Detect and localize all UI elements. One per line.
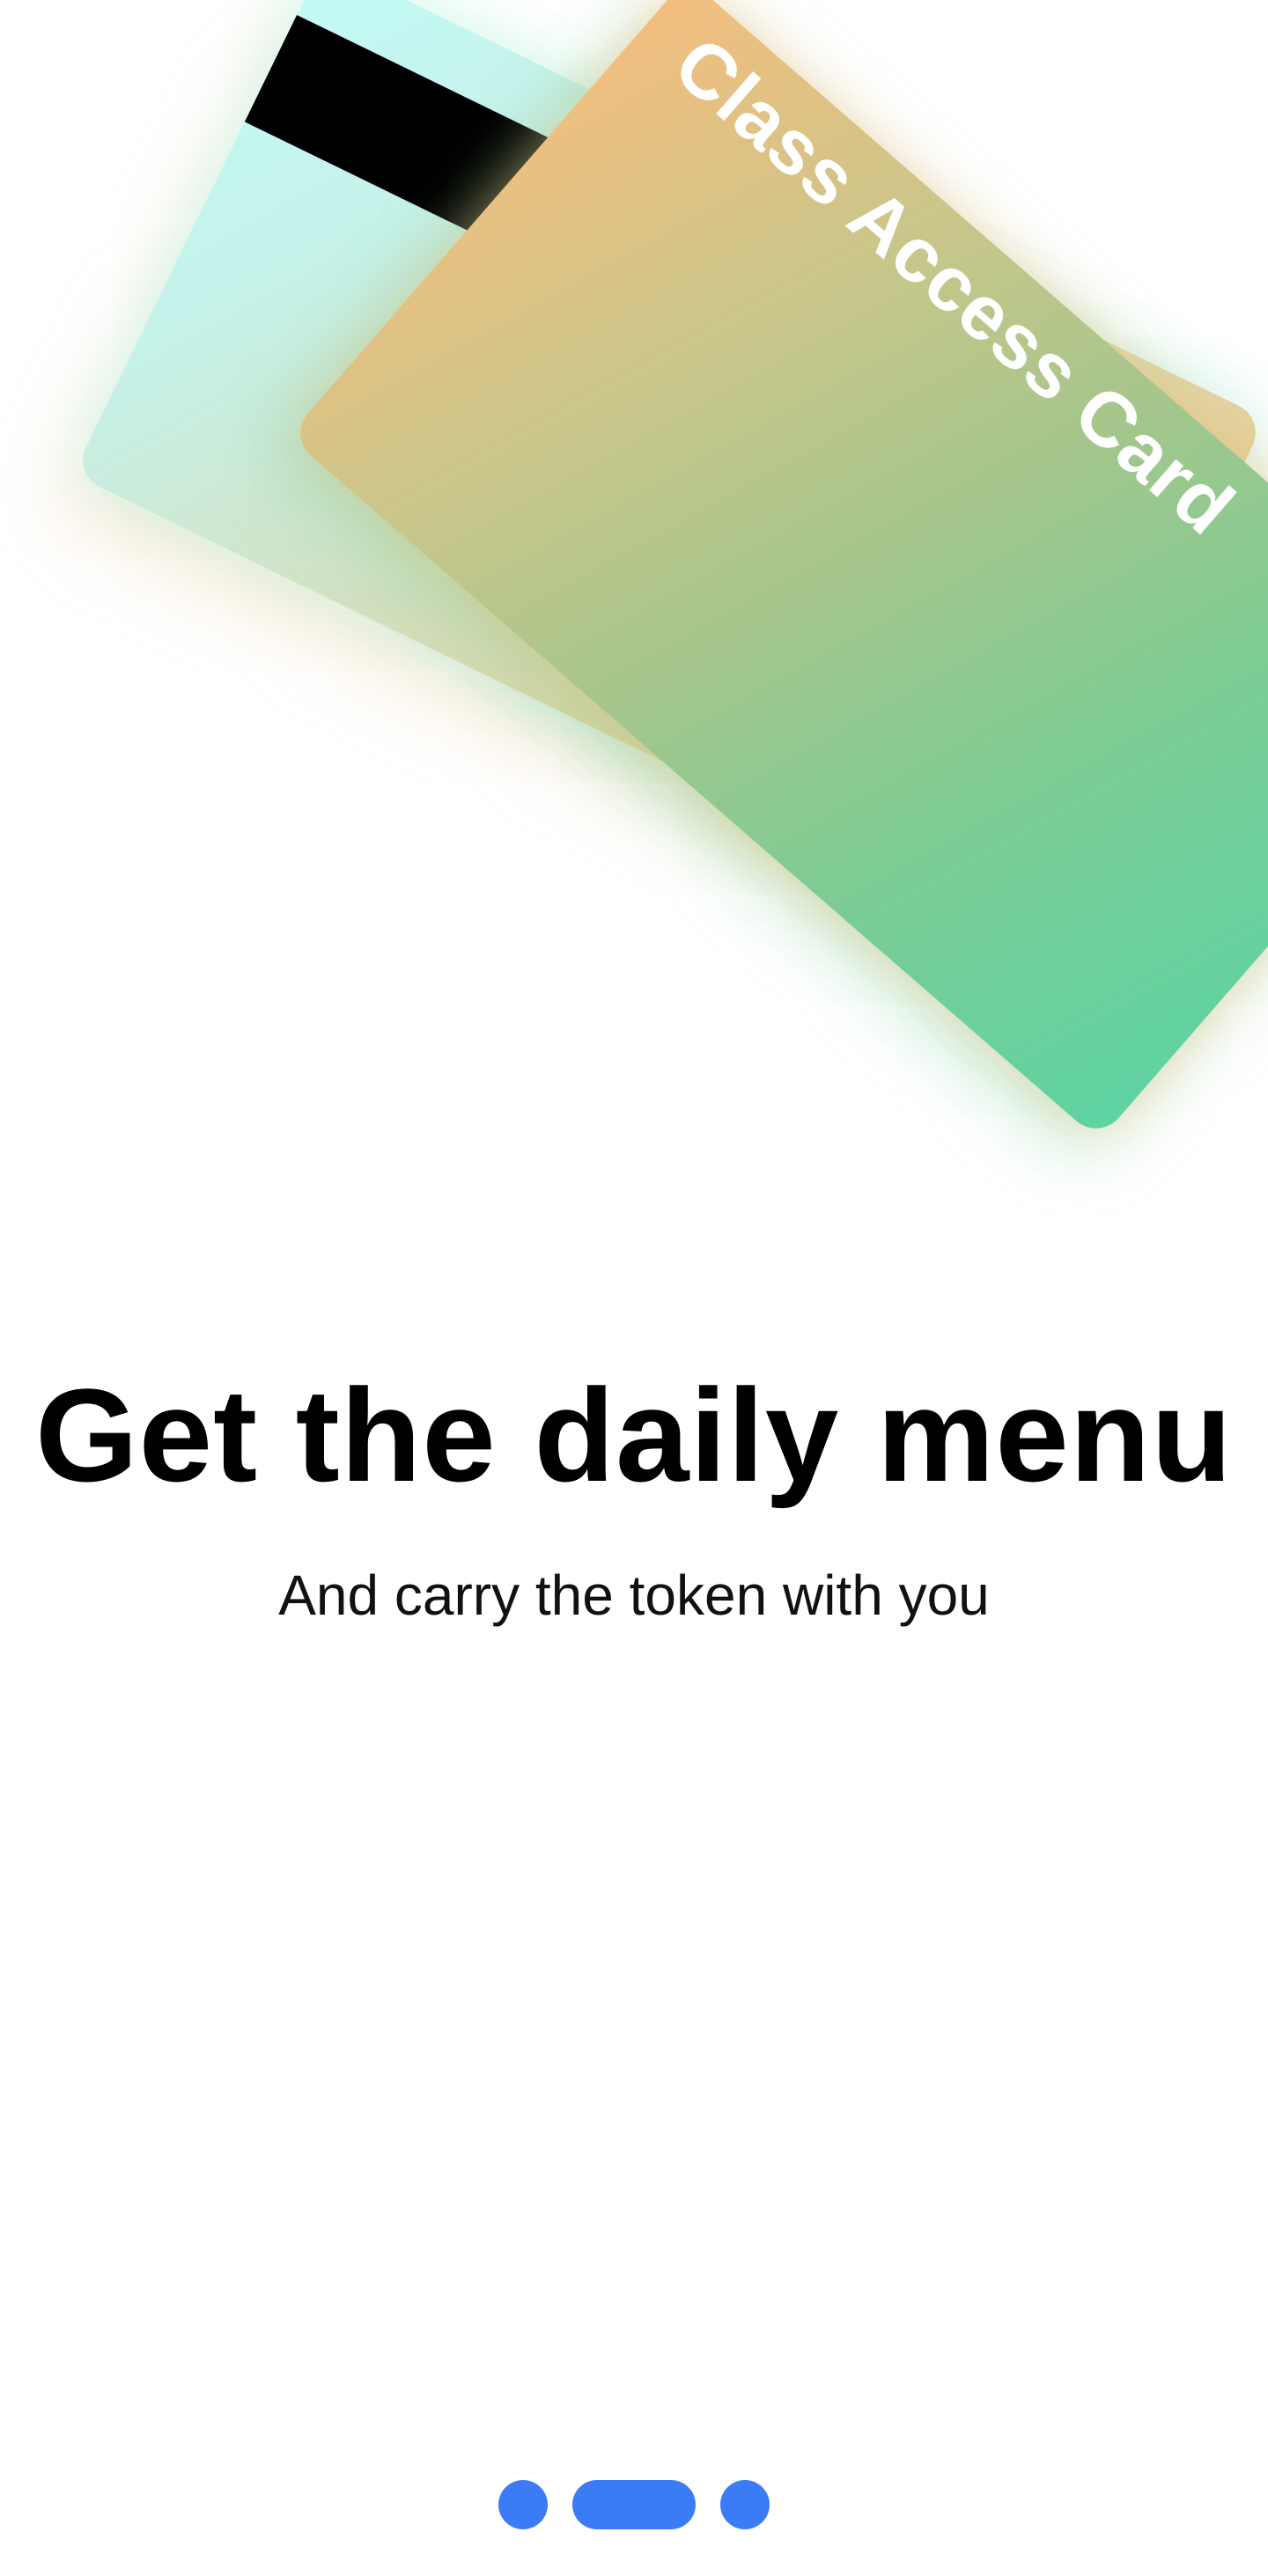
card-label: Class Access Card bbox=[658, 19, 1251, 552]
hero-illustration: Class Access Card bbox=[0, 0, 1268, 1233]
page-title: Get the daily menu bbox=[35, 1361, 1233, 1509]
onboarding-screen: Class Access Card Get the daily menu And… bbox=[0, 0, 1268, 2576]
page-dot-1[interactable] bbox=[498, 2480, 548, 2529]
page-dot-3[interactable] bbox=[720, 2480, 770, 2529]
page-dot-2-active[interactable] bbox=[572, 2480, 696, 2529]
page-subtitle: And carry the token with you bbox=[278, 1564, 990, 1627]
page-indicator bbox=[0, 2480, 1268, 2529]
